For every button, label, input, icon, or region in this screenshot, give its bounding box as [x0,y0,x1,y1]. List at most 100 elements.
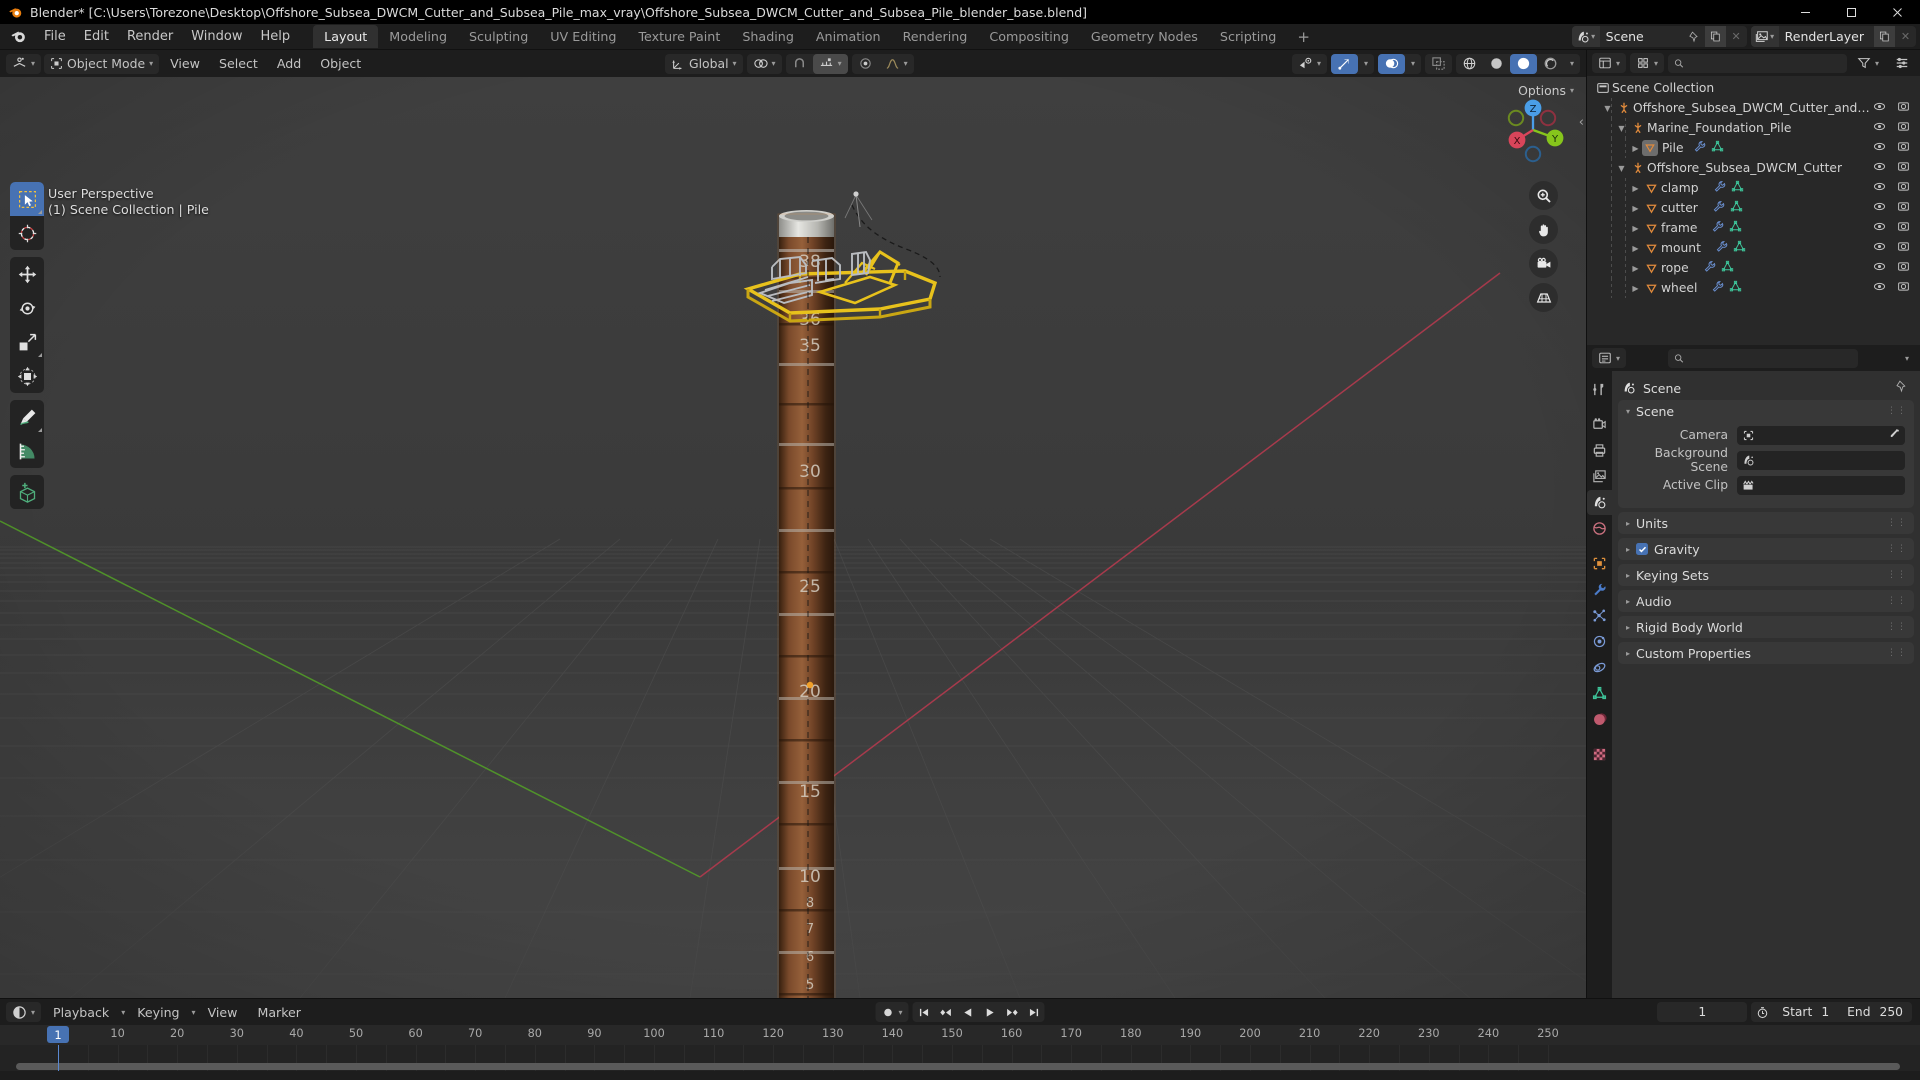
shading-dropdown[interactable]: ▾ [1564,54,1580,74]
disclosure-triangle-icon[interactable]: ▶ [1629,284,1642,293]
mesh-data-icon[interactable] [1721,260,1734,276]
outliner-row-collection-main[interactable]: ▼ Offshore_Subsea_DWCM_Cutter_and_Su [1587,98,1920,118]
outliner-row-collection-pile[interactable]: ▼ Marine_Foundation_Pile [1587,118,1920,138]
outliner-search-box[interactable] [1668,53,1847,73]
shading-wireframe-icon[interactable] [1456,54,1483,74]
tab-constraints-icon[interactable] [1587,655,1612,680]
gravity-checkbox[interactable] [1636,543,1649,555]
transform-orientation-dropdown[interactable]: Global ▾ [665,54,743,74]
outliner-row-frame[interactable]: ▶ frame [1587,218,1920,238]
minimize-button[interactable] [1782,0,1828,24]
viewlayer-selector[interactable]: ▾ RenderLayer ✕ [1750,26,1916,47]
outliner-display-mode[interactable]: ▾ [1630,53,1665,73]
outliner-row-rope[interactable]: ▶ rope [1587,258,1920,278]
disable-in-render-icon[interactable] [1897,280,1910,296]
timeline-playhead[interactable] [58,1045,59,1071]
tab-animation[interactable]: Animation [805,25,892,48]
jump-to-start-button[interactable] [913,1002,935,1022]
tool-tweak-select-box-icon[interactable] [10,182,44,216]
gizmo-dropdown[interactable]: ▾ [1358,54,1374,74]
tool-transform-icon[interactable] [10,359,44,393]
pin-scene-icon[interactable] [1684,26,1705,47]
zoom-view-icon[interactable] [1529,181,1558,210]
visibility-selector[interactable]: ▾ [1291,53,1327,74]
tab-render-icon[interactable] [1587,412,1612,437]
timeline-playhead-label[interactable]: 1 [47,1026,69,1043]
properties-editor-type[interactable]: ▾ [1592,348,1627,368]
disclosure-triangle-icon[interactable]: ▶ [1629,224,1642,233]
object-visibility-icon[interactable]: ▾ [1292,54,1327,74]
tab-data-icon[interactable] [1587,681,1612,706]
tool-scale-icon[interactable] [10,325,44,359]
panel-audio-header[interactable]: ▸ Audio ⋮⋮ [1618,590,1914,612]
tab-scene-icon[interactable] [1587,490,1612,515]
menu-edit[interactable]: Edit [75,26,118,47]
jump-to-prev-keyframe-button[interactable] [935,1002,957,1022]
tool-move-icon[interactable] [10,257,44,291]
modifier-wrench-icon[interactable] [1715,240,1728,256]
3d-viewport[interactable]: 38 36 35 30 25 20 15 10 87 65 User Persp… [0,77,1586,998]
hide-in-viewport-icon[interactable] [1873,180,1886,196]
panel-rigid-body-world-header[interactable]: ▸ Rigid Body World ⋮⋮ [1618,616,1914,638]
tab-world-icon[interactable] [1587,516,1612,541]
transform-orientation-selector[interactable]: Global ▾ [665,53,743,74]
pivot-point-selector[interactable]: ▾ [746,53,782,74]
panel-gravity-header[interactable]: ▸ Gravity ⋮⋮ [1618,538,1914,560]
hide-in-viewport-icon[interactable] [1873,240,1886,256]
snap-to-increment-icon[interactable]: ▾ [812,53,848,74]
hide-in-viewport-icon[interactable] [1873,200,1886,216]
menu-file[interactable]: File [35,26,75,47]
menu-render[interactable]: Render [118,26,182,47]
use-preview-range-icon[interactable] [1751,1002,1773,1022]
outliner-filter-icon[interactable]: ▾ [1851,53,1885,73]
properties-search-input[interactable] [1688,351,1852,365]
scene-selector[interactable]: ▾ Scene ✕ [1571,26,1747,47]
tab-modifier-icon[interactable] [1587,577,1612,602]
modifier-wrench-icon[interactable] [1713,180,1726,196]
current-frame-field[interactable]: 1 [1657,1002,1748,1022]
hide-in-viewport-icon[interactable] [1873,100,1886,116]
tab-material-icon[interactable] [1587,707,1612,732]
add-workspace-button[interactable]: + [1287,26,1320,48]
blender-menu-logo-icon[interactable] [10,28,27,45]
outliner-row-pile[interactable]: ▶ Pile [1587,138,1920,158]
editor-type-3dview-icon[interactable]: ▾ [6,54,41,74]
start-frame-field[interactable]: Start 1 [1773,1002,1838,1022]
tool-cursor-icon[interactable] [10,216,44,250]
tab-texture-paint[interactable]: Texture Paint [627,25,731,48]
disclosure-triangle-icon[interactable]: ▶ [1629,144,1642,153]
properties-search-box[interactable] [1667,348,1858,368]
panel-custom-properties-header[interactable]: ▸ Custom Properties ⋮⋮ [1618,642,1914,664]
disclosure-triangle-icon[interactable]: ▼ [1615,124,1628,133]
snap-magnet-icon[interactable] [786,54,813,74]
timeline-editor-type[interactable]: ▾ [6,1002,42,1022]
mesh-data-icon[interactable] [1729,220,1742,236]
eyedropper-icon[interactable] [1888,428,1900,443]
hide-in-viewport-icon[interactable] [1873,160,1886,176]
tool-add-cube-icon[interactable] [10,475,44,509]
mesh-data-icon[interactable] [1733,240,1746,256]
tab-geometry-nodes[interactable]: Geometry Nodes [1080,25,1209,48]
outliner-row-clamp[interactable]: ▶ clamp [1587,178,1920,198]
toggle-xray-icon[interactable] [1425,54,1452,74]
outliner-editor-type[interactable]: ▾ [1592,53,1627,73]
tool-rotate-icon[interactable] [10,291,44,325]
tab-physics-icon[interactable] [1587,629,1612,654]
mesh-data-icon[interactable] [1731,180,1744,196]
hide-in-viewport-icon[interactable] [1873,220,1886,236]
disable-in-render-icon[interactable] [1897,140,1910,156]
tab-shading[interactable]: Shading [731,25,805,48]
timeline-menu-playback[interactable]: Playback [45,1003,117,1022]
panel-units-header[interactable]: ▸ Units ⋮⋮ [1618,512,1914,534]
outliner-row-collection-cutter[interactable]: ▼ Offshore_Subsea_DWCM_Cutter [1587,158,1920,178]
play-button[interactable] [979,1002,1001,1022]
tab-compositing[interactable]: Compositing [978,25,1080,48]
hide-in-viewport-icon[interactable] [1873,260,1886,276]
background-scene-field[interactable] [1737,450,1905,470]
camera-field[interactable] [1737,425,1905,445]
toggle-perspective-ortho-icon[interactable] [1529,283,1558,312]
timeline-menu-view[interactable]: View [200,1003,246,1022]
hide-in-viewport-icon[interactable] [1873,280,1886,296]
tab-tool-icon[interactable] [1587,377,1612,402]
overlays-dropdown[interactable]: ▾ [1405,54,1421,74]
